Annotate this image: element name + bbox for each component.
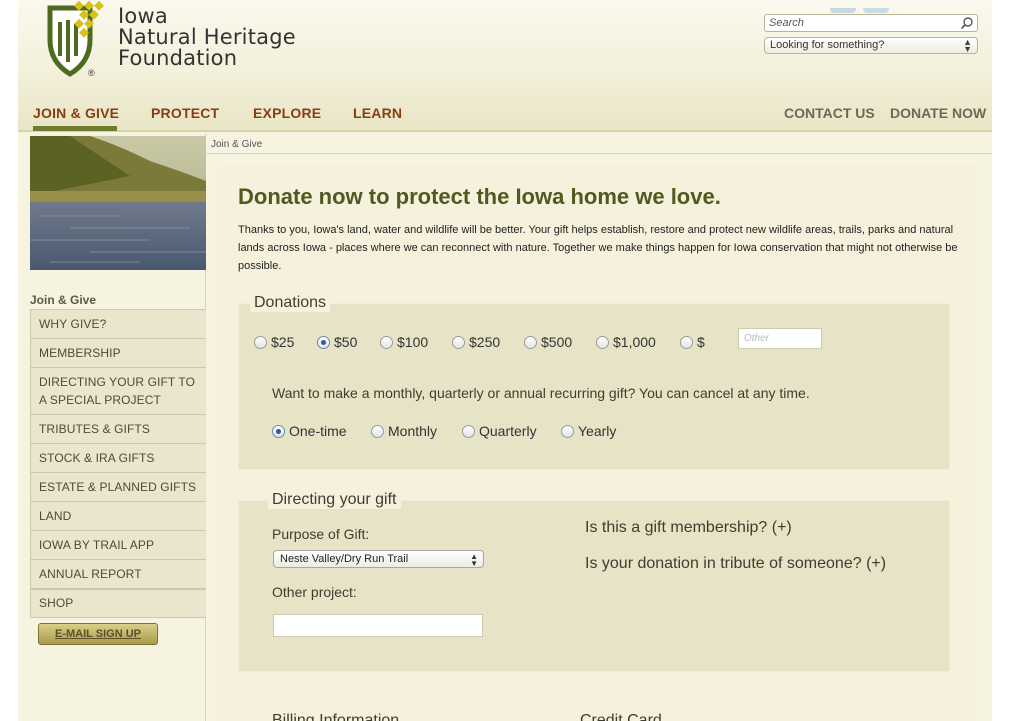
brand-line-1: Iowa — [118, 4, 168, 28]
looking-for-value: Looking for something? — [770, 39, 885, 51]
amount-1000-label: $1,000 — [613, 334, 656, 350]
purpose-select-value: Neste Valley/Dry Run Trail — [280, 553, 409, 565]
select-arrows-icon: ▲ ▼ — [470, 552, 478, 568]
page-right-margin — [992, 0, 1024, 721]
donations-title: Donations — [250, 294, 331, 312]
credit-card-heading: Credit Card — [580, 712, 662, 721]
amount-100-option[interactable]: $100 — [380, 334, 428, 350]
frequency-yearly-radio[interactable] — [561, 425, 574, 438]
amount-25-label: $25 — [271, 334, 295, 350]
amount-50-option[interactable]: $50 — [317, 334, 357, 350]
sidebar-menu: WHY GIVE? MEMBERSHIP DIRECTING YOUR GIFT… — [30, 309, 206, 618]
amount-25-radio[interactable] — [254, 336, 267, 349]
brand-name[interactable]: Iowa Natural Heritage Foundation — [118, 6, 296, 69]
purpose-select[interactable]: Neste Valley/Dry Run Trail ▲ ▼ — [273, 550, 484, 568]
billing-information-heading: Billing Information — [272, 712, 400, 721]
page: Iowa Natural Heritage Foundation ® Searc… — [18, 0, 992, 721]
amount-other-radio[interactable] — [680, 336, 693, 349]
purpose-label: Purpose of Gift: — [272, 526, 370, 542]
main-content: Donate now to protect the Iowa home we l… — [218, 164, 978, 721]
amount-500-radio[interactable] — [524, 336, 537, 349]
sidebar-item-membership[interactable]: MEMBERSHIP — [30, 339, 206, 368]
amount-250-label: $250 — [469, 334, 501, 350]
amount-100-label: $100 — [397, 334, 429, 350]
amount-500-option[interactable]: $500 — [524, 334, 572, 350]
intro-text: Thanks to you, Iowa's land, water and wi… — [238, 224, 958, 272]
sidebar-item-stock-ira[interactable]: STOCK & IRA GIFTS — [30, 444, 206, 473]
frequency-monthly-radio[interactable] — [371, 425, 384, 438]
breadcrumb-join-give[interactable]: Join & Give — [211, 139, 262, 150]
recurring-question: Want to make a monthly, quarterly or ann… — [272, 385, 810, 401]
lake-photo — [30, 136, 206, 270]
other-project-input[interactable] — [273, 614, 483, 637]
frequency-quarterly-option[interactable]: Quarterly — [462, 423, 537, 439]
frequency-yearly-option[interactable]: Yearly — [561, 423, 616, 439]
amount-1000-option[interactable]: $1,000 — [596, 334, 656, 350]
site-header: Iowa Natural Heritage Foundation ® Searc… — [18, 0, 992, 132]
nav-protect[interactable]: PROTECT — [151, 105, 219, 121]
nav-learn[interactable]: LEARN — [353, 105, 402, 121]
other-amount-input[interactable]: Other — [738, 328, 822, 349]
tribute-toggle[interactable]: Is your donation in tribute of someone? … — [585, 555, 886, 573]
nav-explore[interactable]: EXPLORE — [253, 105, 321, 121]
twitter-icon[interactable] — [863, 8, 890, 13]
amount-250-option[interactable]: $250 — [452, 334, 500, 350]
other-project-label: Other project: — [272, 584, 357, 600]
page-title: Donate now to protect the Iowa home we l… — [238, 184, 721, 209]
sidebar-heading[interactable]: Join & Give — [30, 293, 96, 307]
sidebar-item-why-give[interactable]: WHY GIVE? — [30, 310, 206, 339]
brand-line-2: Natural Heritage — [118, 25, 296, 49]
nav-active-indicator — [33, 126, 117, 131]
frequency-monthly-label: Monthly — [388, 423, 438, 439]
amount-50-radio[interactable] — [317, 336, 330, 349]
search-input[interactable]: Search — [764, 14, 978, 32]
breadcrumb: Join & Give — [207, 134, 992, 154]
registered-mark: ® — [88, 68, 95, 78]
sidebar-item-shop[interactable]: SHOP — [30, 589, 206, 618]
amount-500-label: $500 — [541, 334, 573, 350]
sidebar-item-estate[interactable]: ESTATE & PLANNED GIFTS — [30, 473, 206, 502]
nav-contact-us[interactable]: CONTACT US — [784, 105, 875, 121]
sidebar-item-land[interactable]: LAND — [30, 502, 206, 531]
sidebar-item-trail-app[interactable]: IOWA BY TRAIL APP — [30, 531, 206, 560]
amount-250-radio[interactable] — [452, 336, 465, 349]
frequency-quarterly-radio[interactable] — [462, 425, 475, 438]
page-left-margin — [0, 0, 18, 721]
gift-membership-toggle[interactable]: Is this a gift membership? (+) — [585, 519, 792, 537]
search-placeholder: Search — [769, 17, 804, 29]
iowa-leaf-logo-icon[interactable] — [46, 0, 108, 78]
amount-25-option[interactable]: $25 — [254, 334, 294, 350]
amount-other-currency: $ — [697, 334, 705, 350]
frequency-one-time-option[interactable]: One-time — [272, 423, 347, 439]
other-amount-placeholder: Other — [744, 333, 770, 344]
sidebar-divider — [30, 577, 206, 590]
sidebar: Join & Give WHY GIVE? MEMBERSHIP DIRECTI… — [18, 134, 206, 721]
amount-50-label: $50 — [334, 334, 358, 350]
directing-title: Directing your gift — [268, 491, 401, 509]
frequency-one-time-radio[interactable] — [272, 425, 285, 438]
social-links — [830, 0, 920, 31]
amount-1000-radio[interactable] — [596, 336, 609, 349]
looking-for-select[interactable]: Looking for something? ▲ ▼ — [764, 37, 978, 54]
sidebar-item-directing-gift[interactable]: DIRECTING YOUR GIFT TO A SPECIAL PROJECT — [30, 368, 206, 415]
nav-donate-now[interactable]: DONATE NOW — [890, 105, 986, 121]
email-signup-button[interactable]: E-MAIL SIGN UP — [38, 623, 158, 645]
frequency-yearly-label: Yearly — [578, 423, 617, 439]
facebook-icon[interactable] — [830, 8, 856, 13]
amount-100-radio[interactable] — [380, 336, 393, 349]
frequency-quarterly-label: Quarterly — [479, 423, 537, 439]
frequency-one-time-label: One-time — [289, 423, 347, 439]
search-icon[interactable] — [960, 16, 974, 30]
sidebar-item-tributes[interactable]: TRIBUTES & GIFTS — [30, 415, 206, 444]
select-arrows-icon: ▲ ▼ — [963, 37, 972, 54]
brand-line-3: Foundation — [118, 46, 238, 70]
nav-join-give[interactable]: JOIN & GIVE — [33, 105, 119, 121]
amount-other-option[interactable]: $ — [680, 334, 705, 350]
frequency-monthly-option[interactable]: Monthly — [371, 423, 437, 439]
